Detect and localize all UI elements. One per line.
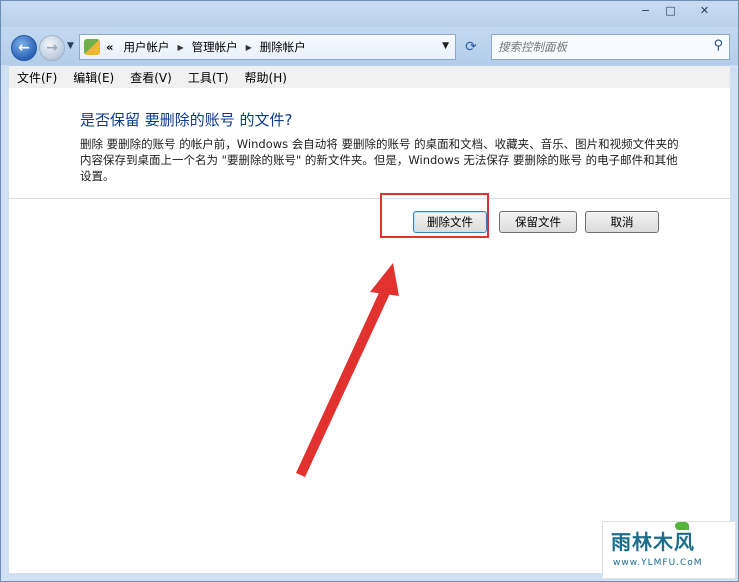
back-arrow-icon: ←: [18, 40, 30, 56]
breadcrumb-user-accounts[interactable]: 用户帐户: [123, 39, 169, 55]
search-input[interactable]: [496, 38, 705, 56]
page-title: 是否保留 要删除的账号 的文件?: [80, 111, 293, 129]
breadcrumb-separator-icon[interactable]: ▶: [246, 43, 252, 52]
search-box[interactable]: ⚲: [491, 34, 730, 60]
highlight-annotation-box: [380, 193, 489, 238]
title-bar: − □ ✕: [1, 1, 738, 27]
maximize-button[interactable]: □: [658, 1, 683, 20]
address-row: ← → ▼ « 用户帐户 ▶ 管理帐户 ▶ 删除帐户 ▼ ⟳ ⚲: [1, 27, 738, 65]
address-dropdown-icon[interactable]: ▼: [442, 41, 449, 51]
main-content: 是否保留 要删除的账号 的文件? 删除 要删除的账号 的帐户前，Windows …: [9, 88, 730, 573]
menu-bar: 文件(F) 编辑(E) 查看(V) 工具(T) 帮助(H): [9, 65, 730, 89]
control-panel-icon: [84, 39, 100, 55]
keep-files-button[interactable]: 保留文件: [499, 211, 577, 233]
breadcrumb: « 用户帐户 ▶ 管理帐户 ▶ 删除帐户: [106, 39, 306, 55]
breadcrumb-separator-icon[interactable]: ▶: [177, 43, 183, 52]
divider: [9, 198, 730, 199]
menu-edit[interactable]: 编辑(E): [65, 69, 122, 86]
watermark-logo: 雨林木风 www.YLMFU.CoM: [602, 521, 736, 579]
search-icon[interactable]: ⚲: [713, 38, 723, 53]
recent-pages-dropdown-icon[interactable]: ▼: [67, 41, 74, 51]
breadcrumb-delete-account[interactable]: 删除帐户: [260, 39, 306, 55]
arrow-head: [370, 263, 399, 296]
forward-arrow-icon: →: [46, 40, 58, 56]
forward-button[interactable]: →: [39, 35, 65, 61]
menu-view[interactable]: 查看(V): [122, 69, 180, 86]
cancel-button[interactable]: 取消: [585, 211, 659, 233]
refresh-button[interactable]: ⟳: [459, 37, 483, 57]
arrow-shaft: [296, 284, 392, 477]
back-button[interactable]: ←: [11, 35, 37, 61]
refresh-icon: ⟳: [465, 39, 477, 55]
menu-tools[interactable]: 工具(T): [180, 69, 237, 86]
menu-help[interactable]: 帮助(H): [237, 69, 295, 86]
page-description: 删除 要删除的账号 的帐户前，Windows 会自动将 要删除的账号 的桌面和文…: [80, 137, 679, 183]
close-button[interactable]: ✕: [683, 1, 726, 20]
address-bar[interactable]: « 用户帐户 ▶ 管理帐户 ▶ 删除帐户 ▼: [79, 34, 456, 60]
minimize-button[interactable]: −: [633, 1, 658, 20]
control-panel-window: − □ ✕ ← → ▼ « 用户帐户 ▶ 管理帐户 ▶ 删除帐户 ▼ ⟳ ⚲ 文…: [0, 0, 739, 582]
menu-file[interactable]: 文件(F): [9, 69, 65, 86]
watermark-brand: 雨林木风: [611, 530, 695, 554]
watermark-url: www.YLMFU.CoM: [613, 558, 703, 568]
breadcrumb-manage-accounts[interactable]: 管理帐户: [192, 39, 238, 55]
breadcrumb-overflow[interactable]: «: [106, 40, 113, 54]
